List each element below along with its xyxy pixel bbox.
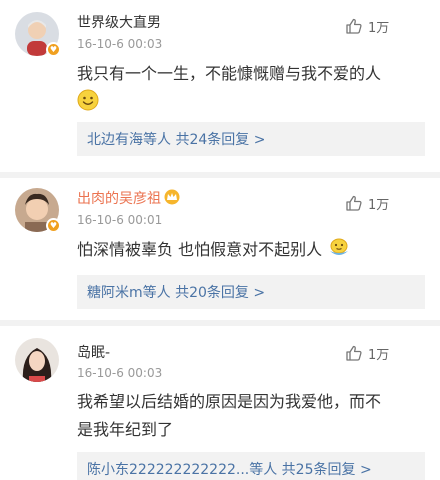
comment-3: 岛眠- 16-10-6 00:03 1万 我希望以后结婚的原因是因为我爱他，而不… xyxy=(0,326,440,480)
sweat-emoji-icon xyxy=(327,237,351,268)
replies-link[interactable]: 糖阿米m等人 共20条回复 > xyxy=(77,275,425,309)
username[interactable]: 世界级大直男 xyxy=(77,12,161,32)
like-button[interactable]: 1万 xyxy=(345,16,389,36)
comment-text-line: 是我年纪到了 xyxy=(77,420,174,439)
like-count: 1万 xyxy=(368,20,390,36)
username[interactable]: 出肉的吴彦祖 xyxy=(77,188,181,209)
thumbs-up-icon xyxy=(346,345,362,361)
thumbs-up-icon xyxy=(346,195,362,211)
like-count: 1万 xyxy=(368,347,390,363)
like-button[interactable]: 1万 xyxy=(345,193,389,213)
username[interactable]: 岛眠- xyxy=(77,342,110,362)
verified-badge-icon: ♥ xyxy=(46,218,61,233)
comment-text-line: 我希望以后结婚的原因是因为我爱他，而不 xyxy=(77,392,382,411)
vip-crown-icon xyxy=(163,189,181,209)
comment-text: 我只有一个一生，不能慷慨赠与我不爱的人 xyxy=(77,60,422,120)
timestamp: 16-10-6 00:01 xyxy=(77,213,163,227)
avatar[interactable] xyxy=(15,338,59,382)
replies-link[interactable]: 北边有海等人 共24条回复 > xyxy=(77,122,425,156)
username-text: 出肉的吴彦祖 xyxy=(77,191,161,207)
verified-badge-icon: ♥ xyxy=(46,42,61,57)
timestamp: 16-10-6 00:03 xyxy=(77,366,163,380)
comment-text-body: 我只有一个一生，不能慷慨赠与我不爱的人 xyxy=(77,64,382,83)
comment-text: 怕深情被辜负 也怕假意对不起别人 xyxy=(77,236,422,268)
like-count: 1万 xyxy=(368,197,390,213)
replies-link[interactable]: 陈小东222222222222...等人 共25条回复 > xyxy=(77,452,425,480)
thumbs-up-icon xyxy=(346,18,362,34)
comment-text: 我希望以后结婚的原因是因为我爱他，而不 是我年纪到了 xyxy=(77,388,422,444)
comment-2: ♥ 出肉的吴彦祖 16-10-6 00:01 1万 怕深情被辜负 也怕假意对不起… xyxy=(0,178,440,318)
comment-1: ♥ 世界级大直男 16-10-6 00:03 1万 我只有一个一生，不能慷慨赠与… xyxy=(0,0,440,170)
timestamp: 16-10-6 00:03 xyxy=(77,37,163,51)
smile-emoji-icon xyxy=(77,89,99,120)
like-button[interactable]: 1万 xyxy=(345,343,389,363)
comment-text-body: 怕深情被辜负 也怕假意对不起别人 xyxy=(77,240,323,259)
